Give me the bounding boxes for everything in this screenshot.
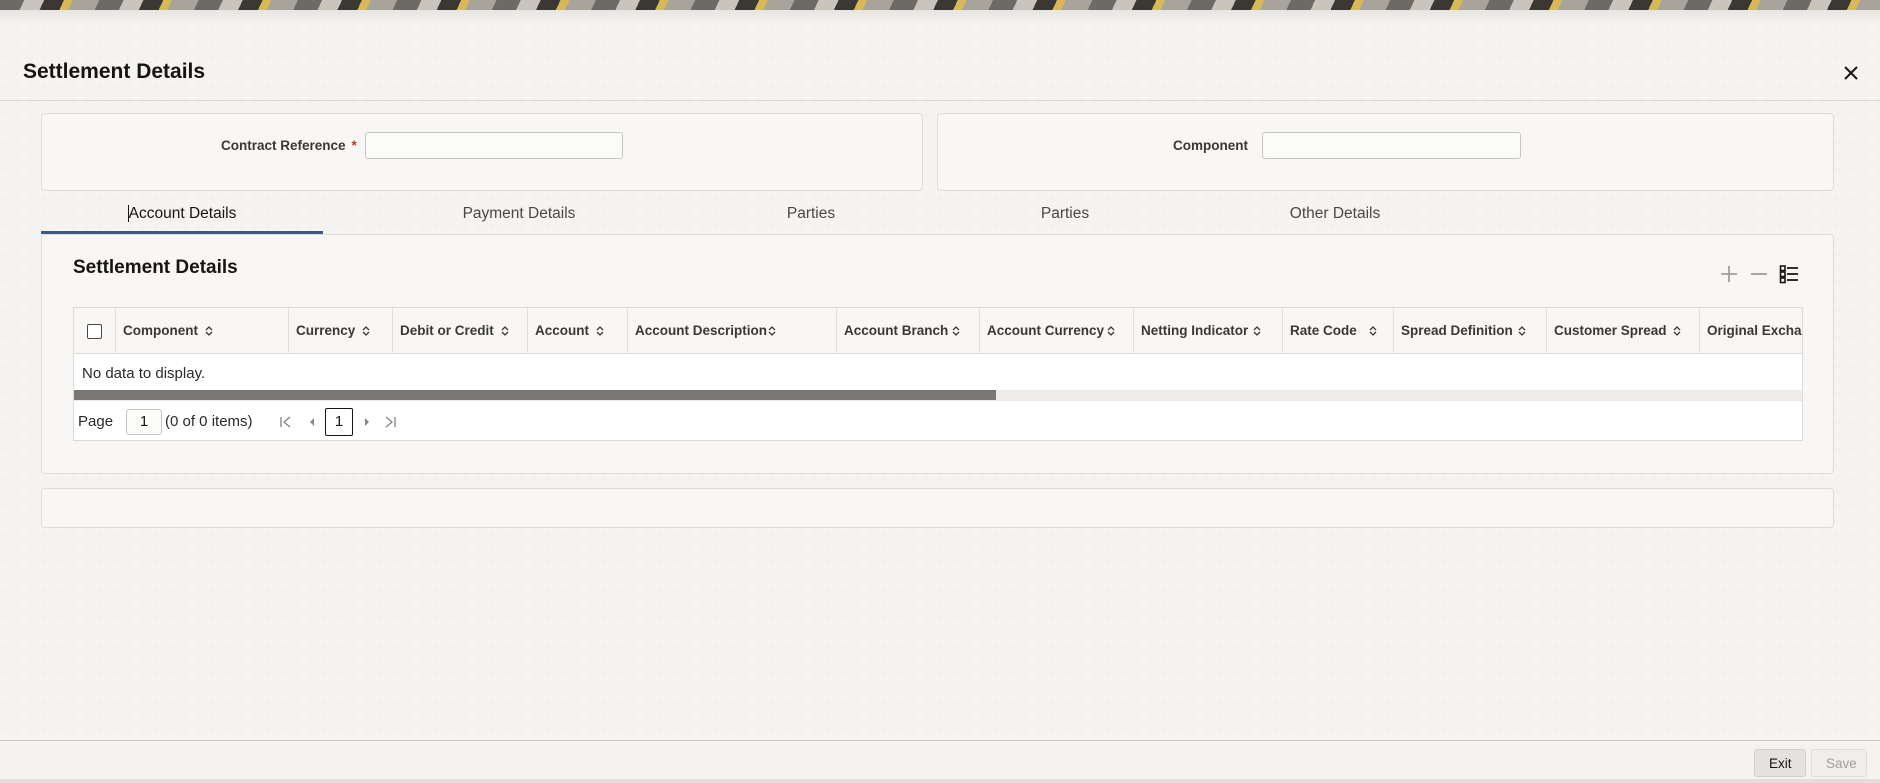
next-page-icon xyxy=(365,418,369,426)
page-number-input[interactable]: 1 xyxy=(126,409,162,435)
tab-parties-1-label: Parties xyxy=(786,205,836,222)
header-divider xyxy=(0,100,1880,101)
close-button[interactable] xyxy=(1838,60,1864,86)
column-label: Account Branch xyxy=(844,323,949,338)
single-record-view-icon xyxy=(1779,265,1798,284)
close-icon xyxy=(1844,66,1858,80)
section-title: Settlement Details xyxy=(73,257,238,278)
horizontal-scrollbar[interactable] xyxy=(74,390,1802,400)
sort-icon[interactable] xyxy=(204,325,214,337)
scrollbar-thumb[interactable] xyxy=(74,390,996,400)
grid-toolbar xyxy=(1718,263,1800,285)
sort-icon[interactable] xyxy=(1252,325,1262,337)
secondary-panel xyxy=(41,488,1834,528)
select-all-column xyxy=(74,308,116,354)
required-marker: * xyxy=(351,138,357,153)
component-panel: Component xyxy=(937,113,1834,191)
tab-other-details-label: Other Details xyxy=(1289,205,1381,222)
column-label: Netting Indicator xyxy=(1141,323,1249,338)
column-header-account-description[interactable]: Account Description xyxy=(628,308,837,354)
component-input[interactable] xyxy=(1262,132,1521,159)
first-page-icon xyxy=(280,416,291,428)
sort-icon[interactable] xyxy=(951,325,961,337)
page-title: Settlement Details xyxy=(23,60,206,83)
first-page-button[interactable] xyxy=(278,413,294,431)
column-label: Spread Definition xyxy=(1401,323,1513,338)
column-label: Component xyxy=(123,323,198,338)
tab-payment-details[interactable]: Payment Details xyxy=(429,200,609,234)
footer-bar: Exit Save xyxy=(0,740,1880,783)
column-label: Account xyxy=(535,323,589,338)
column-label: Customer Spread xyxy=(1554,323,1667,338)
contract-reference-input[interactable] xyxy=(365,132,623,159)
column-label: Account Currency xyxy=(987,323,1105,338)
last-page-icon xyxy=(385,416,396,428)
column-header-component[interactable]: Component xyxy=(116,308,289,354)
column-header-rate-code[interactable]: Rate Code xyxy=(1283,308,1394,354)
settlement-grid: Component Currency Debit or Credit Accou… xyxy=(73,307,1803,441)
add-row-button[interactable] xyxy=(1718,263,1740,285)
column-label: Debit or Credit xyxy=(400,323,494,338)
column-header-customer-spread[interactable]: Customer Spread xyxy=(1547,308,1700,354)
single-record-view-button[interactable] xyxy=(1778,263,1800,285)
column-header-currency[interactable]: Currency xyxy=(289,308,393,354)
empty-message: No data to display. xyxy=(82,365,206,382)
tab-other-details[interactable]: Other Details xyxy=(1253,200,1417,234)
sort-icon[interactable] xyxy=(500,325,510,337)
banner-strip xyxy=(0,0,1880,10)
tab-account-details[interactable]: Account Details xyxy=(41,200,323,234)
settlement-details-panel: Settlement Details Component Currency De… xyxy=(41,234,1834,474)
column-header-netting-indicator[interactable]: Netting Indicator xyxy=(1134,308,1283,354)
page-label: Page xyxy=(78,413,114,430)
tab-payment-details-label: Payment Details xyxy=(462,205,576,222)
add-icon xyxy=(1721,266,1737,282)
column-header-account-branch[interactable]: Account Branch xyxy=(837,308,980,354)
column-header-debit-or-credit[interactable]: Debit or Credit xyxy=(393,308,528,354)
tab-parties-2[interactable]: Parties xyxy=(995,200,1135,234)
item-count: (0 of 0 items) xyxy=(165,413,253,430)
exit-button[interactable]: Exit xyxy=(1754,749,1806,777)
column-header-spread-definition[interactable]: Spread Definition xyxy=(1394,308,1547,354)
sort-icon[interactable] xyxy=(1672,325,1682,337)
sort-icon[interactable] xyxy=(1368,325,1378,337)
last-page-button[interactable] xyxy=(382,413,398,431)
previous-page-button[interactable] xyxy=(304,413,320,431)
sort-icon[interactable] xyxy=(1106,325,1116,337)
previous-page-icon xyxy=(310,418,314,426)
component-label: Component xyxy=(1173,138,1248,153)
tab-account-details-label: Account Details xyxy=(127,205,237,222)
next-page-button[interactable] xyxy=(359,413,375,431)
sort-icon[interactable] xyxy=(595,325,605,337)
footer-bottom-edge xyxy=(0,779,1880,783)
contract-reference-label: Contract Reference * xyxy=(221,138,357,153)
current-page[interactable]: 1 xyxy=(325,408,353,436)
column-label: Rate Code xyxy=(1290,323,1357,338)
sort-icon[interactable] xyxy=(361,325,371,337)
tab-parties-2-label: Parties xyxy=(1040,205,1090,222)
column-header-account[interactable]: Account xyxy=(528,308,628,354)
pagination: Page 1 (0 of 0 items) 1 xyxy=(74,400,1802,440)
banner-shadow xyxy=(0,10,1880,26)
remove-icon xyxy=(1751,273,1767,275)
save-button[interactable]: Save xyxy=(1811,749,1867,777)
column-label: Original Exchange xyxy=(1707,323,1802,338)
select-all-checkbox[interactable] xyxy=(87,324,102,339)
column-label: Currency xyxy=(296,323,356,338)
column-label: Account Description xyxy=(635,323,768,338)
contract-panel: Contract Reference * xyxy=(41,113,923,191)
tab-bar: Account Details Payment Details Parties … xyxy=(41,200,1834,234)
grid-header: Component Currency Debit or Credit Accou… xyxy=(74,308,1802,354)
sort-icon[interactable] xyxy=(1517,325,1527,337)
column-header-original-exchange[interactable]: Original Exchange xyxy=(1700,308,1802,354)
sort-icon[interactable] xyxy=(767,325,777,337)
tab-parties-1[interactable]: Parties xyxy=(741,200,881,234)
remove-row-button[interactable] xyxy=(1748,263,1770,285)
contract-reference-label-text: Contract Reference xyxy=(221,138,346,153)
column-header-account-currency[interactable]: Account Currency xyxy=(980,308,1134,354)
